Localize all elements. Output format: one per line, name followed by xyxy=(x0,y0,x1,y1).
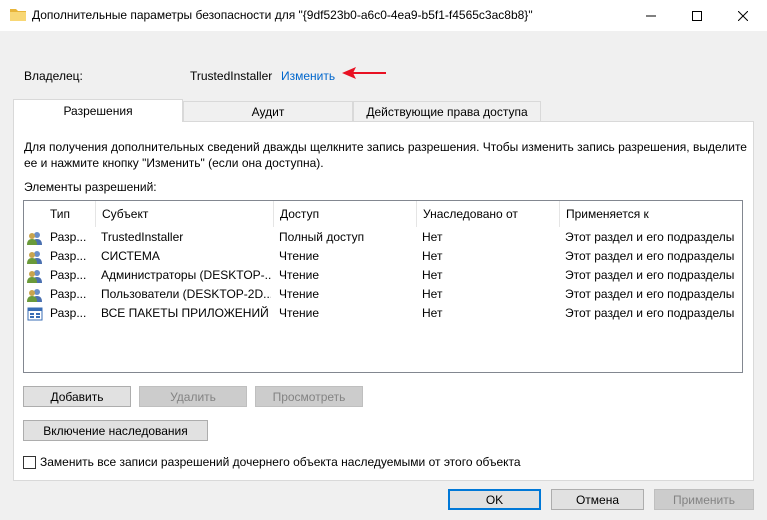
users-icon xyxy=(27,230,43,246)
table-row[interactable]: Разр... СИСТЕМА Чтение Нет Этот раздел и его… xyxy=(24,247,742,266)
cancel-button[interactable]: Отмена xyxy=(551,489,644,510)
cell-inherited: Нет xyxy=(422,268,443,282)
folder-icon xyxy=(10,9,26,21)
view-button[interactable]: Просмотреть xyxy=(255,386,363,407)
replace-child-permissions-label: Заменить все записи разрешений дочернего… xyxy=(40,455,521,469)
cell-type: Разр... xyxy=(50,287,87,301)
tab-effective-access[interactable]: Действующие права доступа xyxy=(353,101,541,121)
add-button[interactable]: Добавить xyxy=(23,386,131,407)
cell-applies: Этот раздел и его подразделы xyxy=(565,306,735,320)
enable-inheritance-button[interactable]: Включение наследования xyxy=(23,420,208,441)
app-packages-icon xyxy=(27,306,43,322)
column-header-access[interactable]: Доступ xyxy=(274,201,417,227)
cell-type: Разр... xyxy=(50,249,87,263)
window-title: Дополнительные параметры безопасности дл… xyxy=(32,8,533,22)
description-text: Для получения дополнительных сведений дв… xyxy=(24,140,747,170)
cell-subject: СИСТЕМА xyxy=(101,249,160,263)
column-header-subject[interactable]: Субъект xyxy=(96,201,274,227)
maximize-icon[interactable] xyxy=(674,0,720,31)
users-icon xyxy=(27,249,43,265)
apply-button[interactable]: Применить xyxy=(654,489,754,510)
permission-entries-label: Элементы разрешений: xyxy=(24,180,157,194)
cell-inherited: Нет xyxy=(422,287,443,301)
table-row[interactable]: Разр... ВСЕ ПАКЕТЫ ПРИЛОЖЕНИЙ Чтение Нет Это… xyxy=(24,304,742,323)
cell-access: Чтение xyxy=(279,287,320,301)
column-header-applies[interactable]: Применяется к xyxy=(560,201,742,227)
owner-change-link[interactable]: Изменить xyxy=(281,69,335,83)
tab-permissions[interactable]: Разрешения xyxy=(13,99,183,122)
cell-applies: Этот раздел и его подразделы xyxy=(565,249,735,263)
replace-child-permissions-checkbox[interactable] xyxy=(23,456,36,469)
title-bar: Дополнительные параметры безопасности дл… xyxy=(0,0,767,31)
cell-access: Полный доступ xyxy=(279,230,365,244)
tab-audit[interactable]: Аудит xyxy=(183,101,353,121)
cell-applies: Этот раздел и его подразделы xyxy=(565,230,735,244)
permission-entries-list[interactable]: Тип Субъект Доступ Унаследовано от Приме… xyxy=(23,200,743,373)
column-header-inherited[interactable]: Унаследовано от xyxy=(417,201,560,227)
cell-subject: Администраторы (DESKTOP-... xyxy=(101,268,271,282)
users-icon xyxy=(27,287,43,303)
owner-value: TrustedInstaller xyxy=(190,69,273,83)
cell-applies: Этот раздел и его подразделы xyxy=(565,287,735,301)
cell-type: Разр... xyxy=(50,230,87,244)
cell-access: Чтение xyxy=(279,306,320,320)
cell-access: Чтение xyxy=(279,249,320,263)
cell-access: Чтение xyxy=(279,268,320,282)
column-header-type[interactable]: Тип xyxy=(44,201,96,227)
table-row[interactable]: Разр... Пользователи (DESKTOP-2D... Чтение… xyxy=(24,285,742,304)
cell-subject: TrustedInstaller xyxy=(101,230,184,244)
users-icon xyxy=(27,268,43,284)
minimize-icon[interactable] xyxy=(628,0,674,31)
table-row[interactable]: Разр... Администраторы (DESKTOP-... Чтение… xyxy=(24,266,742,285)
cell-applies: Этот раздел и его подразделы xyxy=(565,268,735,282)
remove-button[interactable]: Удалить xyxy=(139,386,247,407)
table-row[interactable]: Разр... TrustedInstaller Полный доступ Нет Э… xyxy=(24,228,742,247)
cell-inherited: Нет xyxy=(422,230,443,244)
close-icon[interactable] xyxy=(720,0,766,31)
cell-subject: Пользователи (DESKTOP-2D... xyxy=(101,287,271,301)
cell-inherited: Нет xyxy=(422,249,443,263)
red-arrow-icon xyxy=(342,67,386,79)
cell-inherited: Нет xyxy=(422,306,443,320)
cell-type: Разр... xyxy=(50,268,87,282)
owner-label: Владелец: xyxy=(24,69,83,83)
cell-subject: ВСЕ ПАКЕТЫ ПРИЛОЖЕНИЙ xyxy=(101,306,269,320)
cell-type: Разр... xyxy=(50,306,87,320)
ok-button[interactable]: OK xyxy=(448,489,541,510)
